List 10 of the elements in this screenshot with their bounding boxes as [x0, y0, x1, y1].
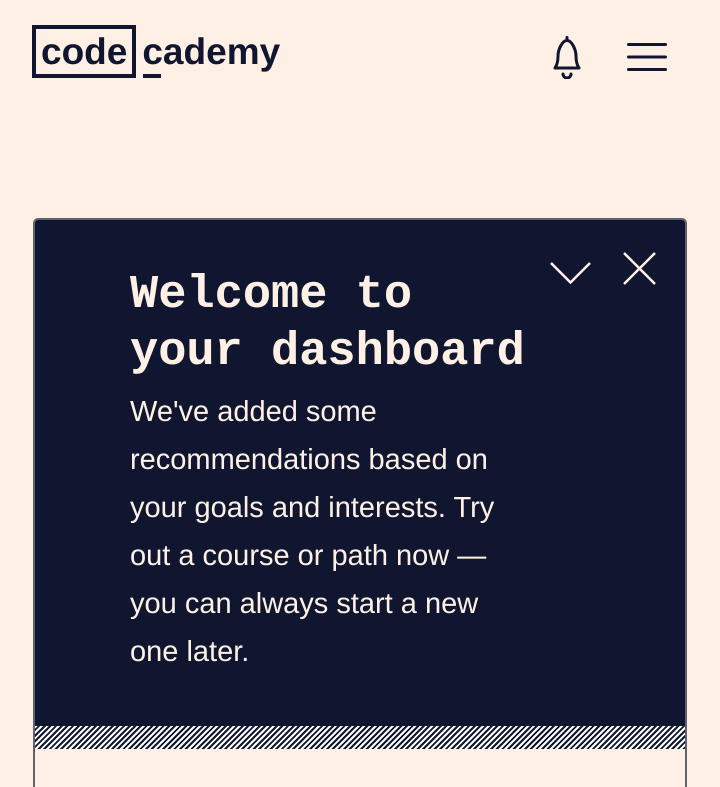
close-button[interactable] [623, 252, 656, 285]
menu-icon [627, 43, 667, 71]
chevron-down-icon [550, 262, 591, 284]
logo-boxed-text[interactable]: code [32, 25, 136, 78]
menu-button[interactable] [627, 43, 667, 71]
close-icon [623, 252, 656, 285]
logo-text[interactable]: cademy [142, 25, 280, 78]
welcome-message: We've added some recommendations based on your goals and interests. Try out a course or path now — you can always start a new one later. [130, 395, 496, 670]
welcome-title: Welcome to your dashboard [130, 268, 526, 381]
collapse-button[interactable] [550, 260, 591, 285]
